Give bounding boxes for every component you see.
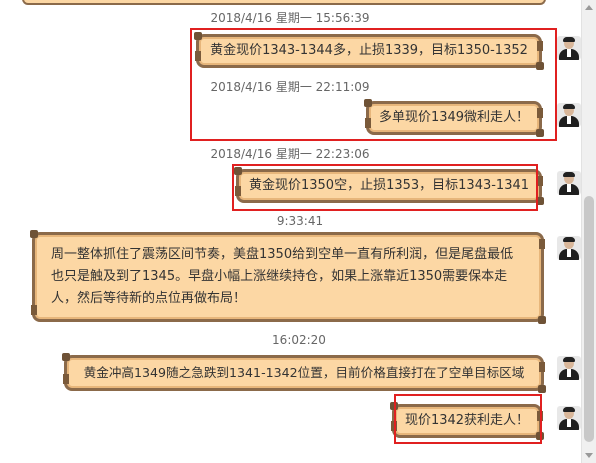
highlight-box (232, 164, 538, 211)
message-text: 黄金冲高1349随之急跌到1341-1342位置，目前价格直接打在了空单目标区域 (83, 365, 525, 380)
message-text: 周一整体抓住了震荡区间节奏，美盘1350给到空单一直有所利润，但是尾盘最低也只是… (51, 247, 514, 306)
message-timestamp: 9:33:41 (276, 214, 324, 228)
message-bubble[interactable]: 黄金冲高1349随之急跌到1341-1342位置，目前价格直接打在了空单目标区域 (62, 353, 546, 393)
scrollbar[interactable] (581, 0, 596, 463)
scroll-up-arrow-icon[interactable] (585, 5, 593, 10)
highlight-box (190, 28, 557, 141)
previous-message-edge (22, 0, 546, 5)
user-avatar[interactable] (557, 36, 581, 60)
scroll-down-arrow-icon[interactable] (585, 453, 593, 458)
message-bubble[interactable]: 周一整体抓住了震荡区间节奏，美盘1350给到空单一直有所利润，但是尾盘最低也只是… (30, 230, 546, 324)
highlight-box (394, 394, 542, 444)
user-avatar[interactable] (557, 356, 581, 380)
user-avatar[interactable] (557, 103, 581, 127)
message-timestamp: 2018/4/16 星期一 15:56:39 (210, 11, 370, 25)
message-timestamp: 16:02:20 (272, 333, 326, 347)
user-avatar[interactable] (557, 236, 581, 260)
scrollbar-thumb[interactable] (584, 196, 594, 442)
message-timestamp: 2018/4/16 星期一 22:23:06 (210, 147, 370, 161)
user-avatar[interactable] (557, 406, 581, 430)
user-avatar[interactable] (557, 171, 581, 195)
